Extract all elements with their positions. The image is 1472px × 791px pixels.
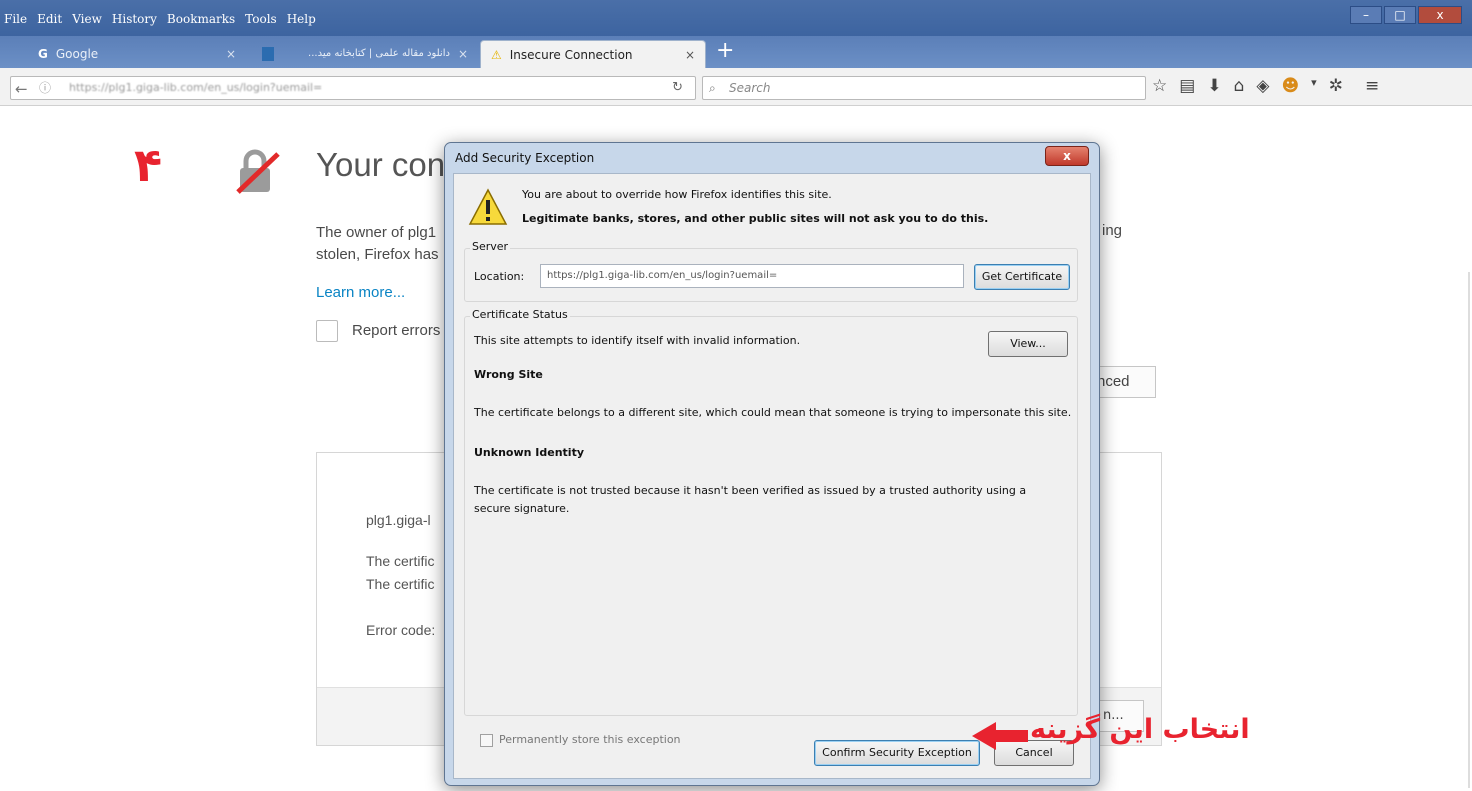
back-arrow-icon[interactable]: ←	[15, 78, 28, 100]
location-input[interactable]: https://plg1.giga-lib.com/en_us/login?ue…	[540, 264, 964, 288]
tab-close-icon[interactable]: ×	[226, 41, 236, 67]
reload-icon[interactable]: ↻	[672, 77, 683, 99]
bookmark-star-icon[interactable]: ☆	[1152, 76, 1167, 96]
unknown-identity-description: The certificate is not trusted because i…	[474, 484, 1027, 515]
search-input[interactable]: ⌕ Search	[702, 76, 1146, 100]
extension-icon[interactable]: ☻	[1281, 76, 1299, 96]
addon-icon[interactable]: ✲	[1329, 76, 1343, 96]
annotation-text: انتخاب این گزینه	[1030, 714, 1250, 745]
minimize-button[interactable]: –	[1350, 6, 1382, 24]
confirm-security-exception-button[interactable]: Confirm Security Exception	[814, 740, 980, 766]
dialog-title: Add Security Exception	[455, 151, 595, 165]
details-cert-line: The certific	[366, 576, 435, 592]
warning-text-bold: Legitimate banks, stores, and other publ…	[522, 212, 989, 225]
report-errors-checkbox[interactable]	[316, 320, 338, 342]
report-errors-label: Report errors	[352, 322, 441, 339]
step-number-annotation: ۴	[134, 138, 163, 192]
url-bar[interactable]: ← ⓘ https://plg1.giga-lib.com/en_us/logi…	[10, 76, 696, 100]
add-security-exception-dialog: Add Security Exception x You are about t…	[444, 142, 1100, 786]
menu-history[interactable]: History	[112, 12, 157, 30]
info-icon[interactable]: ⓘ	[39, 77, 51, 99]
tab-insecure-connection[interactable]: ⚠ Insecure Connection ×	[480, 40, 706, 68]
warning-text: You are about to override how Firefox id…	[522, 188, 832, 201]
location-label: Location:	[474, 270, 525, 283]
view-certificate-button[interactable]: View...	[988, 331, 1068, 357]
tab-label: Insecure Connection	[509, 47, 633, 62]
location-value: https://plg1.giga-lib.com/en_us/login?ue…	[547, 270, 778, 281]
pocket-icon[interactable]: ◈	[1256, 76, 1269, 96]
get-certificate-button[interactable]: Get Certificate	[974, 264, 1070, 290]
dialog-body: You are about to override how Firefox id…	[453, 173, 1091, 779]
page-text-tail: ing	[1102, 222, 1123, 239]
broken-lock-icon	[236, 149, 280, 194]
menu-view[interactable]: View	[72, 12, 102, 30]
permanently-store-label: Permanently store this exception	[499, 733, 681, 746]
tab-close-icon[interactable]: ×	[685, 42, 695, 68]
new-tab-button[interactable]: +	[716, 38, 734, 63]
search-placeholder: Search	[729, 81, 771, 95]
window-titlebar: File Edit View History Bookmarks Tools H…	[0, 0, 1472, 36]
red-arrow-annotation	[972, 722, 1028, 750]
warning-triangle-icon	[468, 188, 508, 225]
menu-help[interactable]: Help	[287, 12, 316, 30]
google-icon: G	[38, 47, 48, 61]
get-certificate-label: Get Certificate	[981, 270, 1063, 283]
site-icon	[262, 47, 274, 61]
confirm-button-label: Confirm Security Exception	[822, 746, 972, 759]
details-cert-line: The certific	[366, 553, 435, 569]
tab-library[interactable]: دانلود مقاله علمی | کتابخانه مید... ×	[252, 40, 478, 68]
menu-bar: File Edit View History Bookmarks Tools H…	[4, 12, 316, 30]
tab-close-icon[interactable]: ×	[458, 41, 468, 67]
wrong-site-heading: Wrong Site	[474, 368, 543, 381]
view-button-label: View...	[1010, 337, 1046, 350]
server-group-label: Server	[470, 240, 511, 253]
home-icon[interactable]: ⌂	[1234, 76, 1245, 96]
url-text: https://plg1.giga-lib.com/en_us/login?ue…	[69, 81, 323, 94]
wrong-site-description: The certificate belongs to a different s…	[474, 406, 1072, 419]
permanently-store-checkbox[interactable]	[480, 734, 493, 747]
menu-edit[interactable]: Edit	[37, 12, 62, 30]
menu-file[interactable]: File	[4, 12, 27, 30]
menu-tools[interactable]: Tools	[245, 12, 277, 30]
unknown-identity-heading: Unknown Identity	[474, 446, 585, 459]
tab-google[interactable]: G Google ×	[28, 40, 246, 68]
learn-more-link[interactable]: Learn more...	[316, 284, 405, 301]
details-error-code: Error code:	[366, 622, 436, 638]
certificate-status-label: Certificate Status	[470, 308, 570, 321]
toolbar-icons: ☆ ▤ ⬇ ⌂ ◈ ☻ ▾ ✲ ≡	[1152, 76, 1379, 96]
tab-label: دانلود مقاله علمی | کتابخانه مید...	[308, 48, 450, 59]
downloads-icon[interactable]: ⬇	[1207, 76, 1221, 96]
reading-list-icon[interactable]: ▤	[1179, 76, 1195, 96]
dropdown-chevron-icon[interactable]: ▾	[1311, 76, 1317, 96]
window-controls: – □ x	[1350, 6, 1462, 24]
dialog-close-button[interactable]: x	[1045, 146, 1089, 166]
tab-bar: G Google × دانلود مقاله علمی | کتابخانه …	[0, 36, 1472, 68]
warning-icon: ⚠	[491, 47, 502, 62]
navigation-bar: ← ⓘ https://plg1.giga-lib.com/en_us/logi…	[0, 68, 1472, 106]
menu-bookmarks[interactable]: Bookmarks	[167, 12, 235, 30]
tab-label: Google	[55, 47, 99, 61]
page-scrollbar[interactable]	[1468, 272, 1470, 788]
page-title: Your con	[316, 146, 446, 183]
maximize-button[interactable]: □	[1384, 6, 1416, 24]
details-host: plg1.giga-l	[366, 512, 431, 528]
status-text: This site attempts to identify itself wi…	[474, 334, 801, 347]
window-close-button[interactable]: x	[1418, 6, 1462, 24]
search-icon: ⌕	[709, 81, 716, 95]
menu-hamburger-icon[interactable]: ≡	[1365, 76, 1379, 96]
